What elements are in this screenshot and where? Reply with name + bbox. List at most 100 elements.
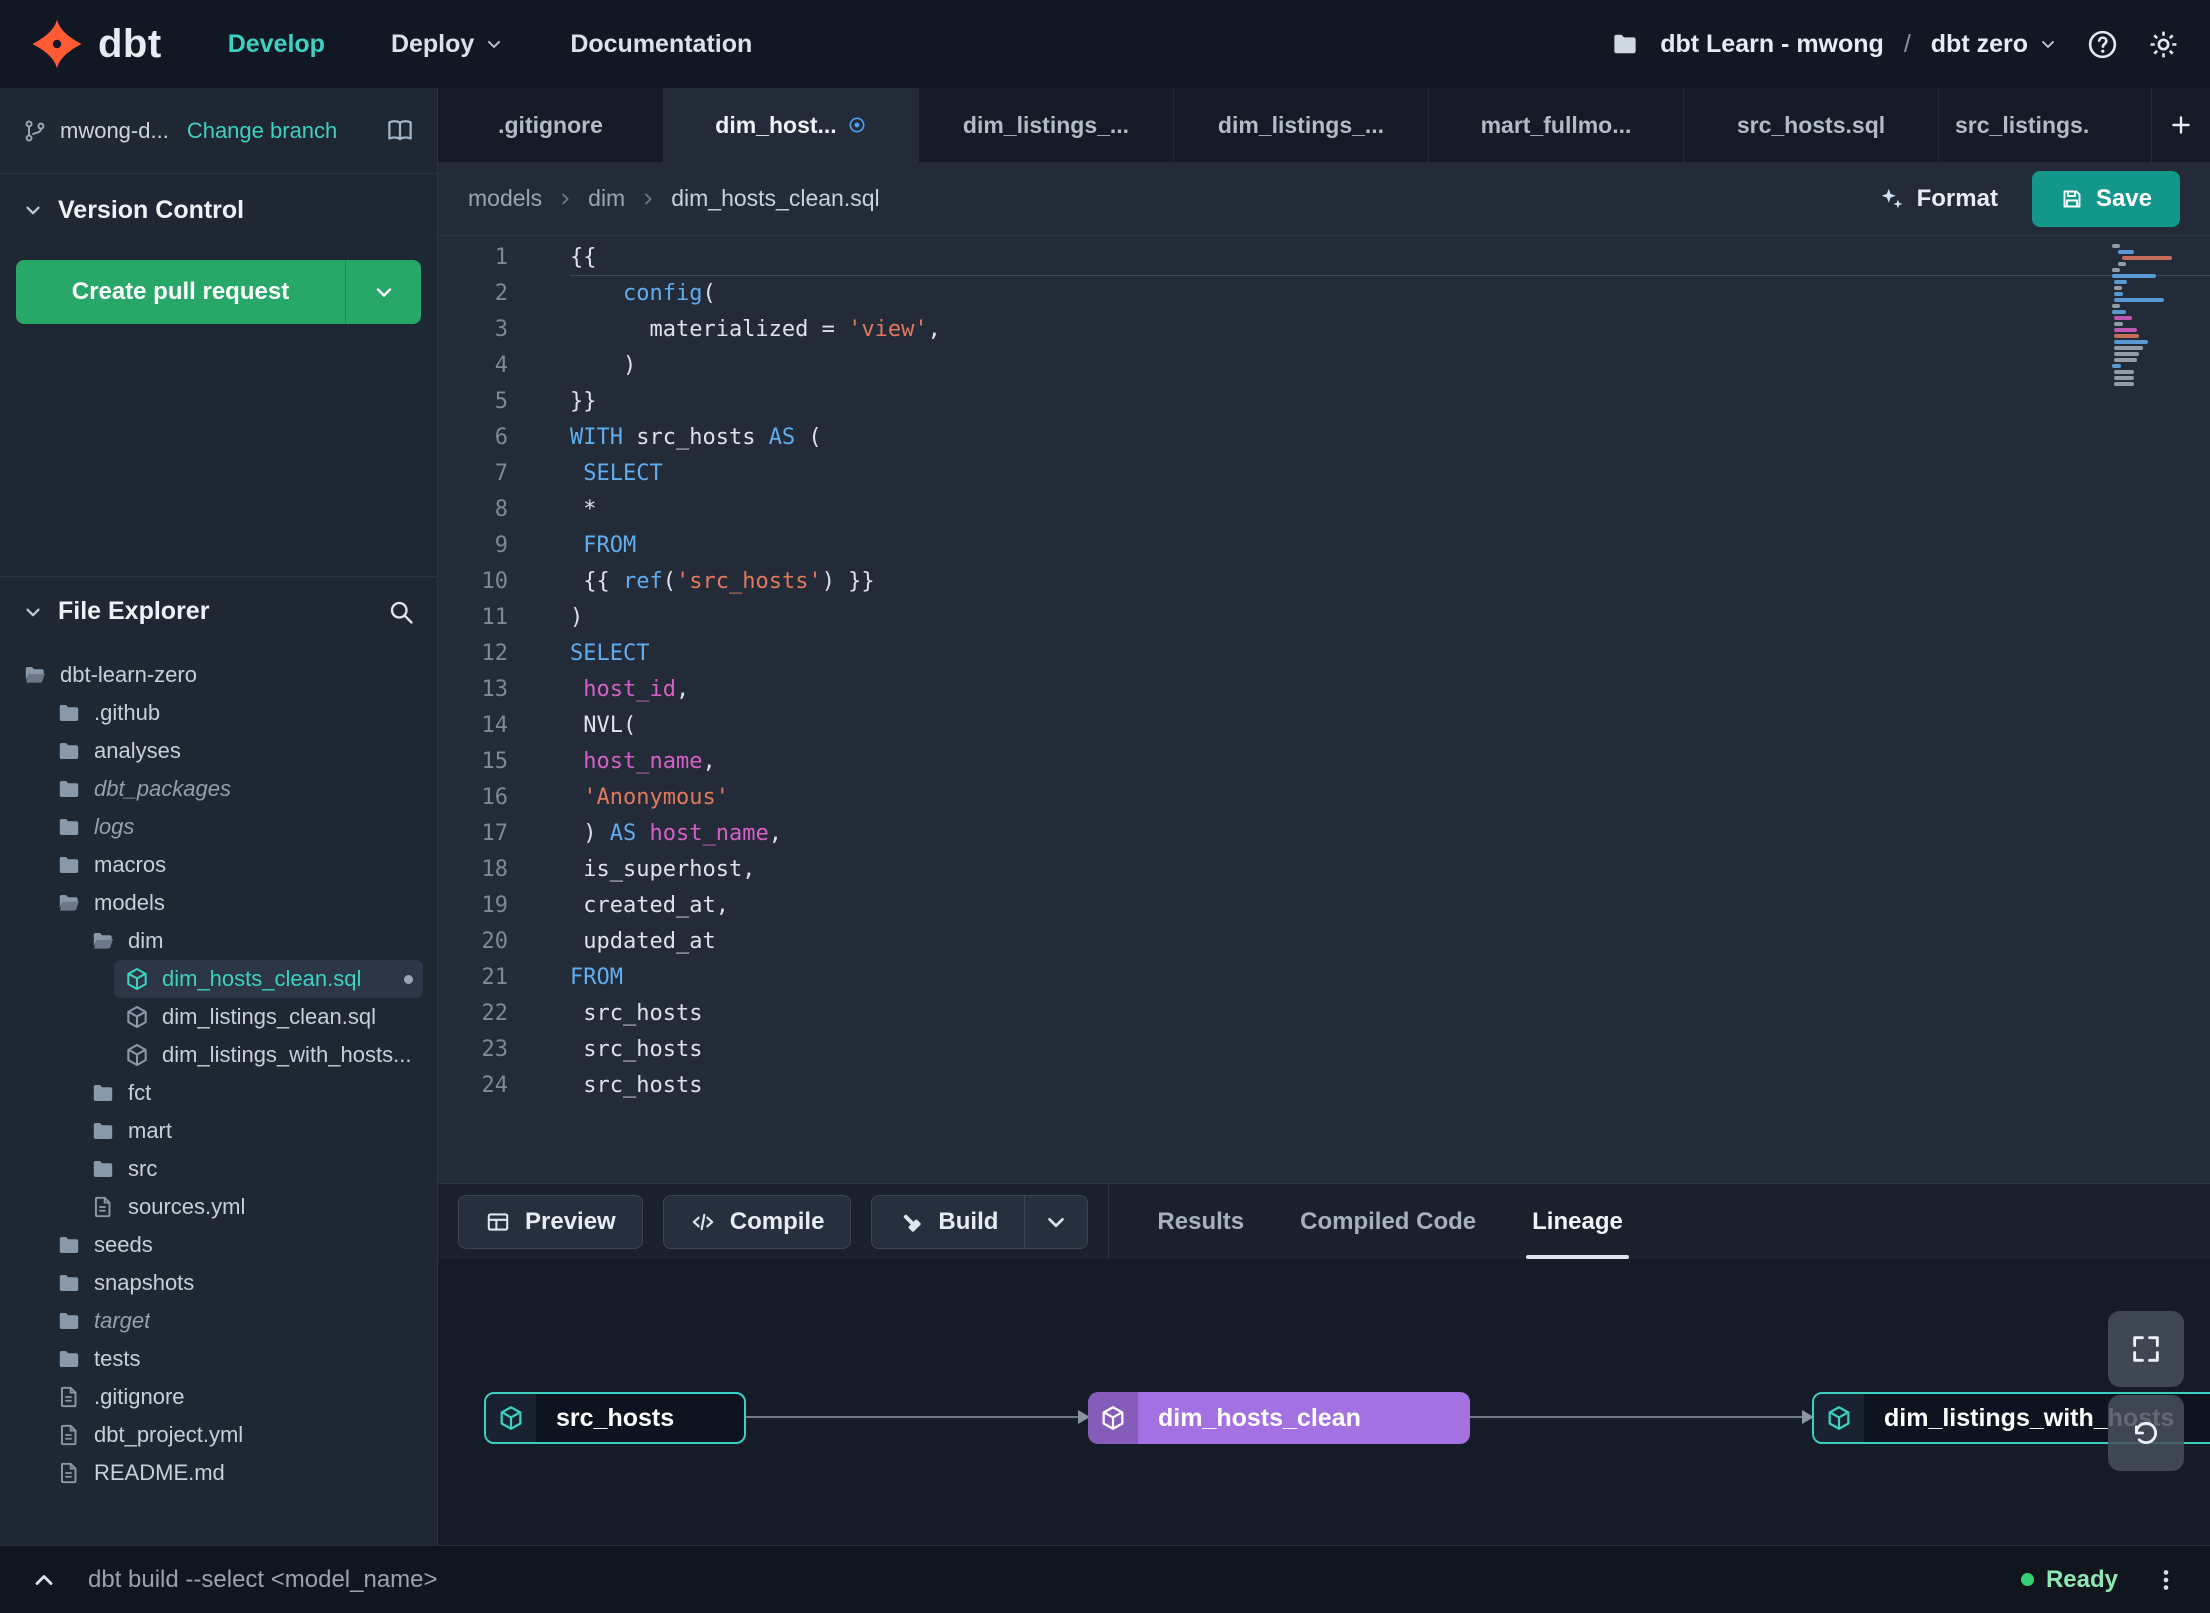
project-name[interactable]: dbt Learn - mwong	[1660, 30, 1884, 59]
tree-item-target[interactable]: target	[0, 1302, 437, 1340]
tree-item-dbt-project-yml[interactable]: dbt_project.yml	[0, 1416, 437, 1454]
code-line[interactable]: *	[570, 492, 2210, 528]
code-line[interactable]: 'Anonymous'	[570, 780, 2210, 816]
code-line[interactable]: FROM	[570, 528, 2210, 564]
tree-item-dim-hosts-clean-sql[interactable]: dim_hosts_clean.sql	[0, 960, 437, 998]
line-number: 3	[494, 317, 508, 342]
code-line[interactable]: host_name,	[570, 744, 2210, 780]
tree-item-logs[interactable]: logs	[0, 808, 437, 846]
code-line[interactable]: materialized = 'view',	[570, 312, 2210, 348]
tab-dim-listings[interactable]: dim_listings_...	[1174, 88, 1429, 162]
tree-item-fct[interactable]: fct	[0, 1074, 437, 1112]
refresh-lineage-button[interactable]	[2108, 1395, 2184, 1471]
tab-src-listings[interactable]: src_listings.	[1939, 88, 2152, 162]
tree-item-tests[interactable]: tests	[0, 1340, 437, 1378]
sparkles-icon	[1879, 186, 1905, 212]
file-explorer-header[interactable]: File Explorer	[0, 576, 437, 646]
kebab-menu-icon[interactable]	[2152, 1566, 2180, 1594]
tree-item-mart[interactable]: mart	[0, 1112, 437, 1150]
tree-item-label: dbt_packages	[94, 776, 231, 801]
new-tab-button[interactable]	[2152, 88, 2210, 162]
code-line[interactable]: ) AS host_name,	[570, 816, 2210, 852]
fullscreen-button[interactable]	[2108, 1311, 2184, 1387]
code-line[interactable]: {{	[570, 240, 2210, 276]
nav-develop[interactable]: Develop	[228, 0, 325, 88]
code-line[interactable]: SELECT	[570, 636, 2210, 672]
tab-compiled-code[interactable]: Compiled Code	[1300, 1184, 1476, 1259]
build-button[interactable]: Build	[871, 1194, 1025, 1249]
command-input[interactable]: dbt build --select <model_name>	[88, 1566, 438, 1594]
code-line[interactable]: NVL(	[570, 708, 2210, 744]
tab-results[interactable]: Results	[1157, 1184, 1244, 1259]
line-number: 12	[481, 641, 509, 666]
help-icon[interactable]	[2086, 28, 2119, 61]
chevron-up-icon[interactable]	[30, 1566, 58, 1594]
code-line[interactable]: src_hosts	[570, 1068, 2210, 1104]
code-area[interactable]: {{ config( materialized = 'view', )}} WIT…	[534, 240, 2210, 1183]
tree-item-src[interactable]: src	[0, 1150, 437, 1188]
tree-item-gitignore[interactable]: .gitignore	[0, 1378, 437, 1416]
settings-gear-icon[interactable]	[2147, 28, 2180, 61]
breadcrumb-dim[interactable]: dim	[588, 185, 625, 212]
tree-item-dim[interactable]: dim	[0, 922, 437, 960]
tree-item-readme-md[interactable]: README.md	[0, 1454, 437, 1492]
code-line[interactable]: host_id,	[570, 672, 2210, 708]
create-pull-request-button[interactable]: Create pull request	[16, 260, 345, 324]
tree-item-sources-yml[interactable]: sources.yml	[0, 1188, 437, 1226]
tree-row-box: fct	[80, 1074, 423, 1112]
tree-item-github[interactable]: .github	[0, 694, 437, 732]
tree-item-dbt-packages[interactable]: dbt_packages	[0, 770, 437, 808]
pull-request-options-button[interactable]	[345, 260, 421, 324]
tab-mart-fullmo[interactable]: mart_fullmo...	[1429, 88, 1684, 162]
code-line[interactable]: FROM	[570, 960, 2210, 996]
change-branch-link[interactable]: Change branch	[187, 118, 337, 144]
tree-item-dbt-learn-zero[interactable]: dbt-learn-zero	[0, 656, 437, 694]
version-control-header[interactable]: Version Control	[0, 174, 437, 246]
code-line[interactable]: {{ ref('src_hosts') }}	[570, 564, 2210, 600]
tab-lineage[interactable]: Lineage	[1526, 1184, 1629, 1259]
code-editor[interactable]: 1 2 3 4 5 6 7 8 9 10 11 12 13 14 15 16 17 18 19 20 21 22 23 24 …	[438, 236, 2210, 1183]
minimap[interactable]	[2112, 244, 2182, 388]
tree-row-box: models	[46, 884, 423, 922]
search-icon[interactable]	[387, 598, 415, 626]
nav-deploy[interactable]: Deploy	[391, 0, 504, 88]
tab-src-hosts-sql[interactable]: src_hosts.sql	[1684, 88, 1939, 162]
code-line[interactable]: src_hosts	[570, 996, 2210, 1032]
code-line[interactable]: }}	[570, 384, 2210, 420]
tab-dim-host[interactable]: dim_host...	[664, 88, 919, 162]
tree-item-macros[interactable]: macros	[0, 846, 437, 884]
lineage-canvas[interactable]: src_hosts dim_hosts_clean dim_listings_wit…	[438, 1259, 2210, 1545]
tree-item-dim-listings-clean-sql[interactable]: dim_listings_clean.sql	[0, 998, 437, 1036]
lineage-node-src-hosts[interactable]: src_hosts	[484, 1392, 746, 1444]
tab-dim-listings[interactable]: dim_listings_...	[919, 88, 1174, 162]
code-line[interactable]: )	[570, 348, 2210, 384]
breadcrumb-models[interactable]: models	[468, 185, 542, 212]
code-line[interactable]: SELECT	[570, 456, 2210, 492]
compile-button[interactable]: Compile	[662, 1194, 852, 1249]
format-button[interactable]: Format	[1879, 185, 1998, 213]
folder-open-icon	[56, 890, 82, 916]
nav-documentation[interactable]: Documentation	[570, 0, 752, 88]
tree-item-seeds[interactable]: seeds	[0, 1226, 437, 1264]
tree-item-snapshots[interactable]: snapshots	[0, 1264, 437, 1302]
line-number: 2	[494, 281, 508, 306]
tree-item-dim-listings-with-hosts[interactable]: dim_listings_with_hosts...	[0, 1036, 437, 1074]
environment-selector[interactable]: dbt zero	[1931, 30, 2058, 59]
code-line[interactable]: src_hosts	[570, 1032, 2210, 1068]
minimap-line	[2113, 298, 2165, 302]
build-options-button[interactable]	[1024, 1194, 1089, 1249]
preview-button[interactable]: Preview	[458, 1194, 643, 1249]
code-line[interactable]: created_at,	[570, 888, 2210, 924]
code-line[interactable]: WITH src_hosts AS (	[570, 420, 2210, 456]
code-line[interactable]: )	[570, 600, 2210, 636]
code-line[interactable]: updated_at	[570, 924, 2210, 960]
code-line[interactable]: is_superhost,	[570, 852, 2210, 888]
tree-item-analyses[interactable]: analyses	[0, 732, 437, 770]
tab-gitignore[interactable]: .gitignore	[438, 88, 664, 162]
lineage-node-dim-hosts-clean[interactable]: dim_hosts_clean	[1088, 1392, 1470, 1444]
docs-book-icon[interactable]	[385, 116, 415, 146]
save-button[interactable]: Save	[2031, 170, 2180, 227]
code-line[interactable]: config(	[570, 276, 2210, 312]
tree-item-models[interactable]: models	[0, 884, 437, 922]
dbt-logo[interactable]: dbt	[30, 17, 162, 71]
